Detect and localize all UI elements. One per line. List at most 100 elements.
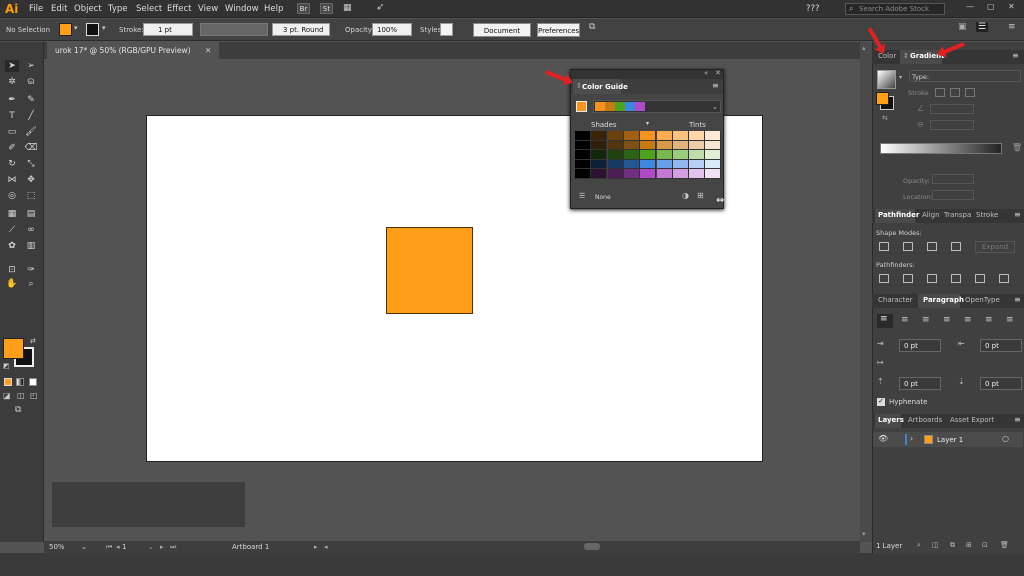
draw-behind-icon[interactable]: ◫ xyxy=(17,391,25,400)
color-variation-swatch[interactable] xyxy=(607,169,624,179)
free-transform-icon[interactable]: ✥ xyxy=(24,174,38,186)
document-setup-button[interactable]: Document Setup xyxy=(473,23,531,49)
color-variation-swatch[interactable] xyxy=(575,150,591,160)
color-variation-swatch[interactable] xyxy=(656,150,673,160)
color-variation-swatch[interactable] xyxy=(689,150,706,160)
menu-window[interactable]: Window xyxy=(225,4,259,14)
stroke-along-icon[interactable] xyxy=(950,88,960,97)
next-artboard-icon[interactable]: ▸ xyxy=(160,543,164,551)
stroke-swatch[interactable] xyxy=(86,23,99,36)
paintbrush-icon[interactable]: 🖌 xyxy=(24,126,38,138)
color-mode-button[interactable] xyxy=(4,378,12,386)
document-tab[interactable]: urok 17* @ 50% (RGB/GPU Preview) ✕ xyxy=(47,42,220,59)
gradient-mode-button[interactable] xyxy=(16,378,24,386)
harmony-swatch[interactable] xyxy=(595,102,605,111)
artboard-tool-icon[interactable]: ⊡ xyxy=(5,264,19,276)
collapse-icon[interactable]: ⇕ xyxy=(903,52,909,60)
align-menu-icon[interactable]: ☰ xyxy=(976,22,989,32)
collapse-icon[interactable]: ⇕ xyxy=(576,82,582,90)
tab-layers[interactable]: Layers xyxy=(878,416,904,424)
color-variation-swatch[interactable] xyxy=(591,169,608,179)
color-variation-swatch[interactable] xyxy=(640,140,657,151)
tab-align[interactable]: Align xyxy=(922,211,940,219)
justify-all-icon[interactable]: ≡ xyxy=(1006,315,1014,325)
prev-artboard-icon[interactable]: ◂ xyxy=(116,543,120,551)
exclude-icon[interactable] xyxy=(951,242,961,251)
harmony-swatch[interactable] xyxy=(605,102,615,111)
tab-artboards[interactable]: Artboards xyxy=(908,416,942,424)
vertical-scrollbar[interactable]: ▴ ▾ xyxy=(860,42,872,542)
tab-character[interactable]: Character xyxy=(878,296,913,304)
stock-button[interactable]: St xyxy=(320,3,333,14)
brush-definition[interactable]: 3 pt. Round xyxy=(272,23,330,36)
last-artboard-icon[interactable]: ⏭ xyxy=(170,543,176,552)
stroke-weight-field[interactable]: 1 pt xyxy=(143,23,193,36)
eyedropper-icon[interactable]: ⟋ xyxy=(5,224,19,236)
color-variation-swatch[interactable] xyxy=(705,150,722,160)
menu-type[interactable]: Type xyxy=(108,4,128,14)
outline-icon[interactable] xyxy=(975,274,985,283)
expand-layer-icon[interactable]: › xyxy=(910,434,913,443)
right-indent-field[interactable]: 0 pt xyxy=(980,339,1022,352)
artboard-number[interactable]: 1 xyxy=(122,543,126,551)
clipping-mask-icon[interactable]: ◫ xyxy=(932,541,939,549)
delete-layer-icon[interactable]: 🗑 xyxy=(1000,541,1009,549)
lasso-icon[interactable]: ଇ xyxy=(24,76,38,88)
swap-icon[interactable]: ⇄ xyxy=(30,337,36,345)
color-variation-swatch[interactable] xyxy=(705,159,722,170)
justify-right-icon[interactable]: ≡ xyxy=(985,315,993,325)
new-sublayer-icon[interactable]: ⧉ xyxy=(950,541,955,550)
minimize-icon[interactable]: — xyxy=(966,2,974,11)
hyphenate-checkbox[interactable]: ✓ xyxy=(877,398,885,406)
chevron-down-icon[interactable]: ⌄ xyxy=(712,103,718,111)
tab-opentype[interactable]: OpenType xyxy=(965,296,1000,304)
direct-selection-tool-icon[interactable]: ➢ xyxy=(24,60,38,72)
new-layer-icon[interactable]: ⊞ xyxy=(966,541,972,549)
scale-tool-icon[interactable]: ⤡ xyxy=(24,158,38,170)
stock-search[interactable]: ⌕ Search Adobe Stock xyxy=(845,3,945,15)
base-color-swatch[interactable] xyxy=(576,101,587,112)
color-guide-title[interactable]: Color Guide xyxy=(582,83,628,91)
layout-icon[interactable]: ▦ xyxy=(343,3,352,13)
color-variation-swatch[interactable] xyxy=(623,140,640,151)
color-variation-swatch[interactable] xyxy=(689,131,706,141)
edit-colors-icon[interactable]: ◑ xyxy=(682,191,689,200)
tab-paragraph[interactable]: Paragraph xyxy=(923,296,964,304)
screen-mode-icon[interactable]: ⧉ xyxy=(15,405,21,415)
angle-field[interactable] xyxy=(930,104,974,114)
aspect-ratio-field[interactable] xyxy=(930,120,974,130)
color-variation-swatch[interactable] xyxy=(607,140,624,151)
menu-help[interactable]: Help xyxy=(264,4,283,14)
slice-tool-icon[interactable]: ✑ xyxy=(24,264,38,276)
graphic-style-swatch[interactable] xyxy=(440,23,453,36)
eraser-icon[interactable]: ⌫ xyxy=(24,142,38,154)
opacity-field[interactable] xyxy=(932,174,974,184)
minus-back-icon[interactable] xyxy=(999,274,1009,283)
align-center-icon[interactable]: ≡ xyxy=(901,315,909,325)
color-variation-swatch[interactable] xyxy=(623,131,640,141)
tab-transparency[interactable]: Transpa xyxy=(944,211,971,219)
color-variation-swatch[interactable] xyxy=(689,140,706,151)
pen-tool-icon[interactable]: ✒ xyxy=(5,94,19,106)
perspective-grid-icon[interactable]: ⬚ xyxy=(24,190,38,202)
default-colors-icon[interactable]: ◩ xyxy=(3,362,10,370)
tab-pathfinder[interactable]: Pathfinder xyxy=(878,211,919,219)
color-variation-swatch[interactable] xyxy=(607,159,624,170)
rocket-icon[interactable]: ➶ xyxy=(376,2,384,13)
mesh-tool-icon[interactable]: ▦ xyxy=(5,208,19,220)
blend-tool-icon[interactable]: ∞ xyxy=(24,224,38,236)
color-variation-swatch[interactable] xyxy=(689,159,706,170)
arrange-icon[interactable]: ⧉ xyxy=(589,22,595,32)
draw-inside-icon[interactable]: ◰ xyxy=(30,391,38,400)
panel-menu-icon[interactable]: ≡ xyxy=(1014,415,1021,424)
color-variation-swatch[interactable] xyxy=(591,159,608,170)
menu-edit[interactable]: Edit xyxy=(51,4,67,14)
workspace-switcher[interactable]: ??? xyxy=(806,4,820,14)
harmony-swatch[interactable] xyxy=(635,102,645,111)
gradient-tool-icon[interactable]: ▤ xyxy=(24,208,38,220)
tab-stroke[interactable]: Stroke xyxy=(976,211,998,219)
color-variation-swatch[interactable] xyxy=(689,169,706,179)
delete-stop-icon[interactable]: 🗑 xyxy=(1012,143,1022,152)
zoom-tool-icon[interactable]: ⌕ xyxy=(24,278,38,290)
color-variation-swatch[interactable] xyxy=(656,159,673,170)
